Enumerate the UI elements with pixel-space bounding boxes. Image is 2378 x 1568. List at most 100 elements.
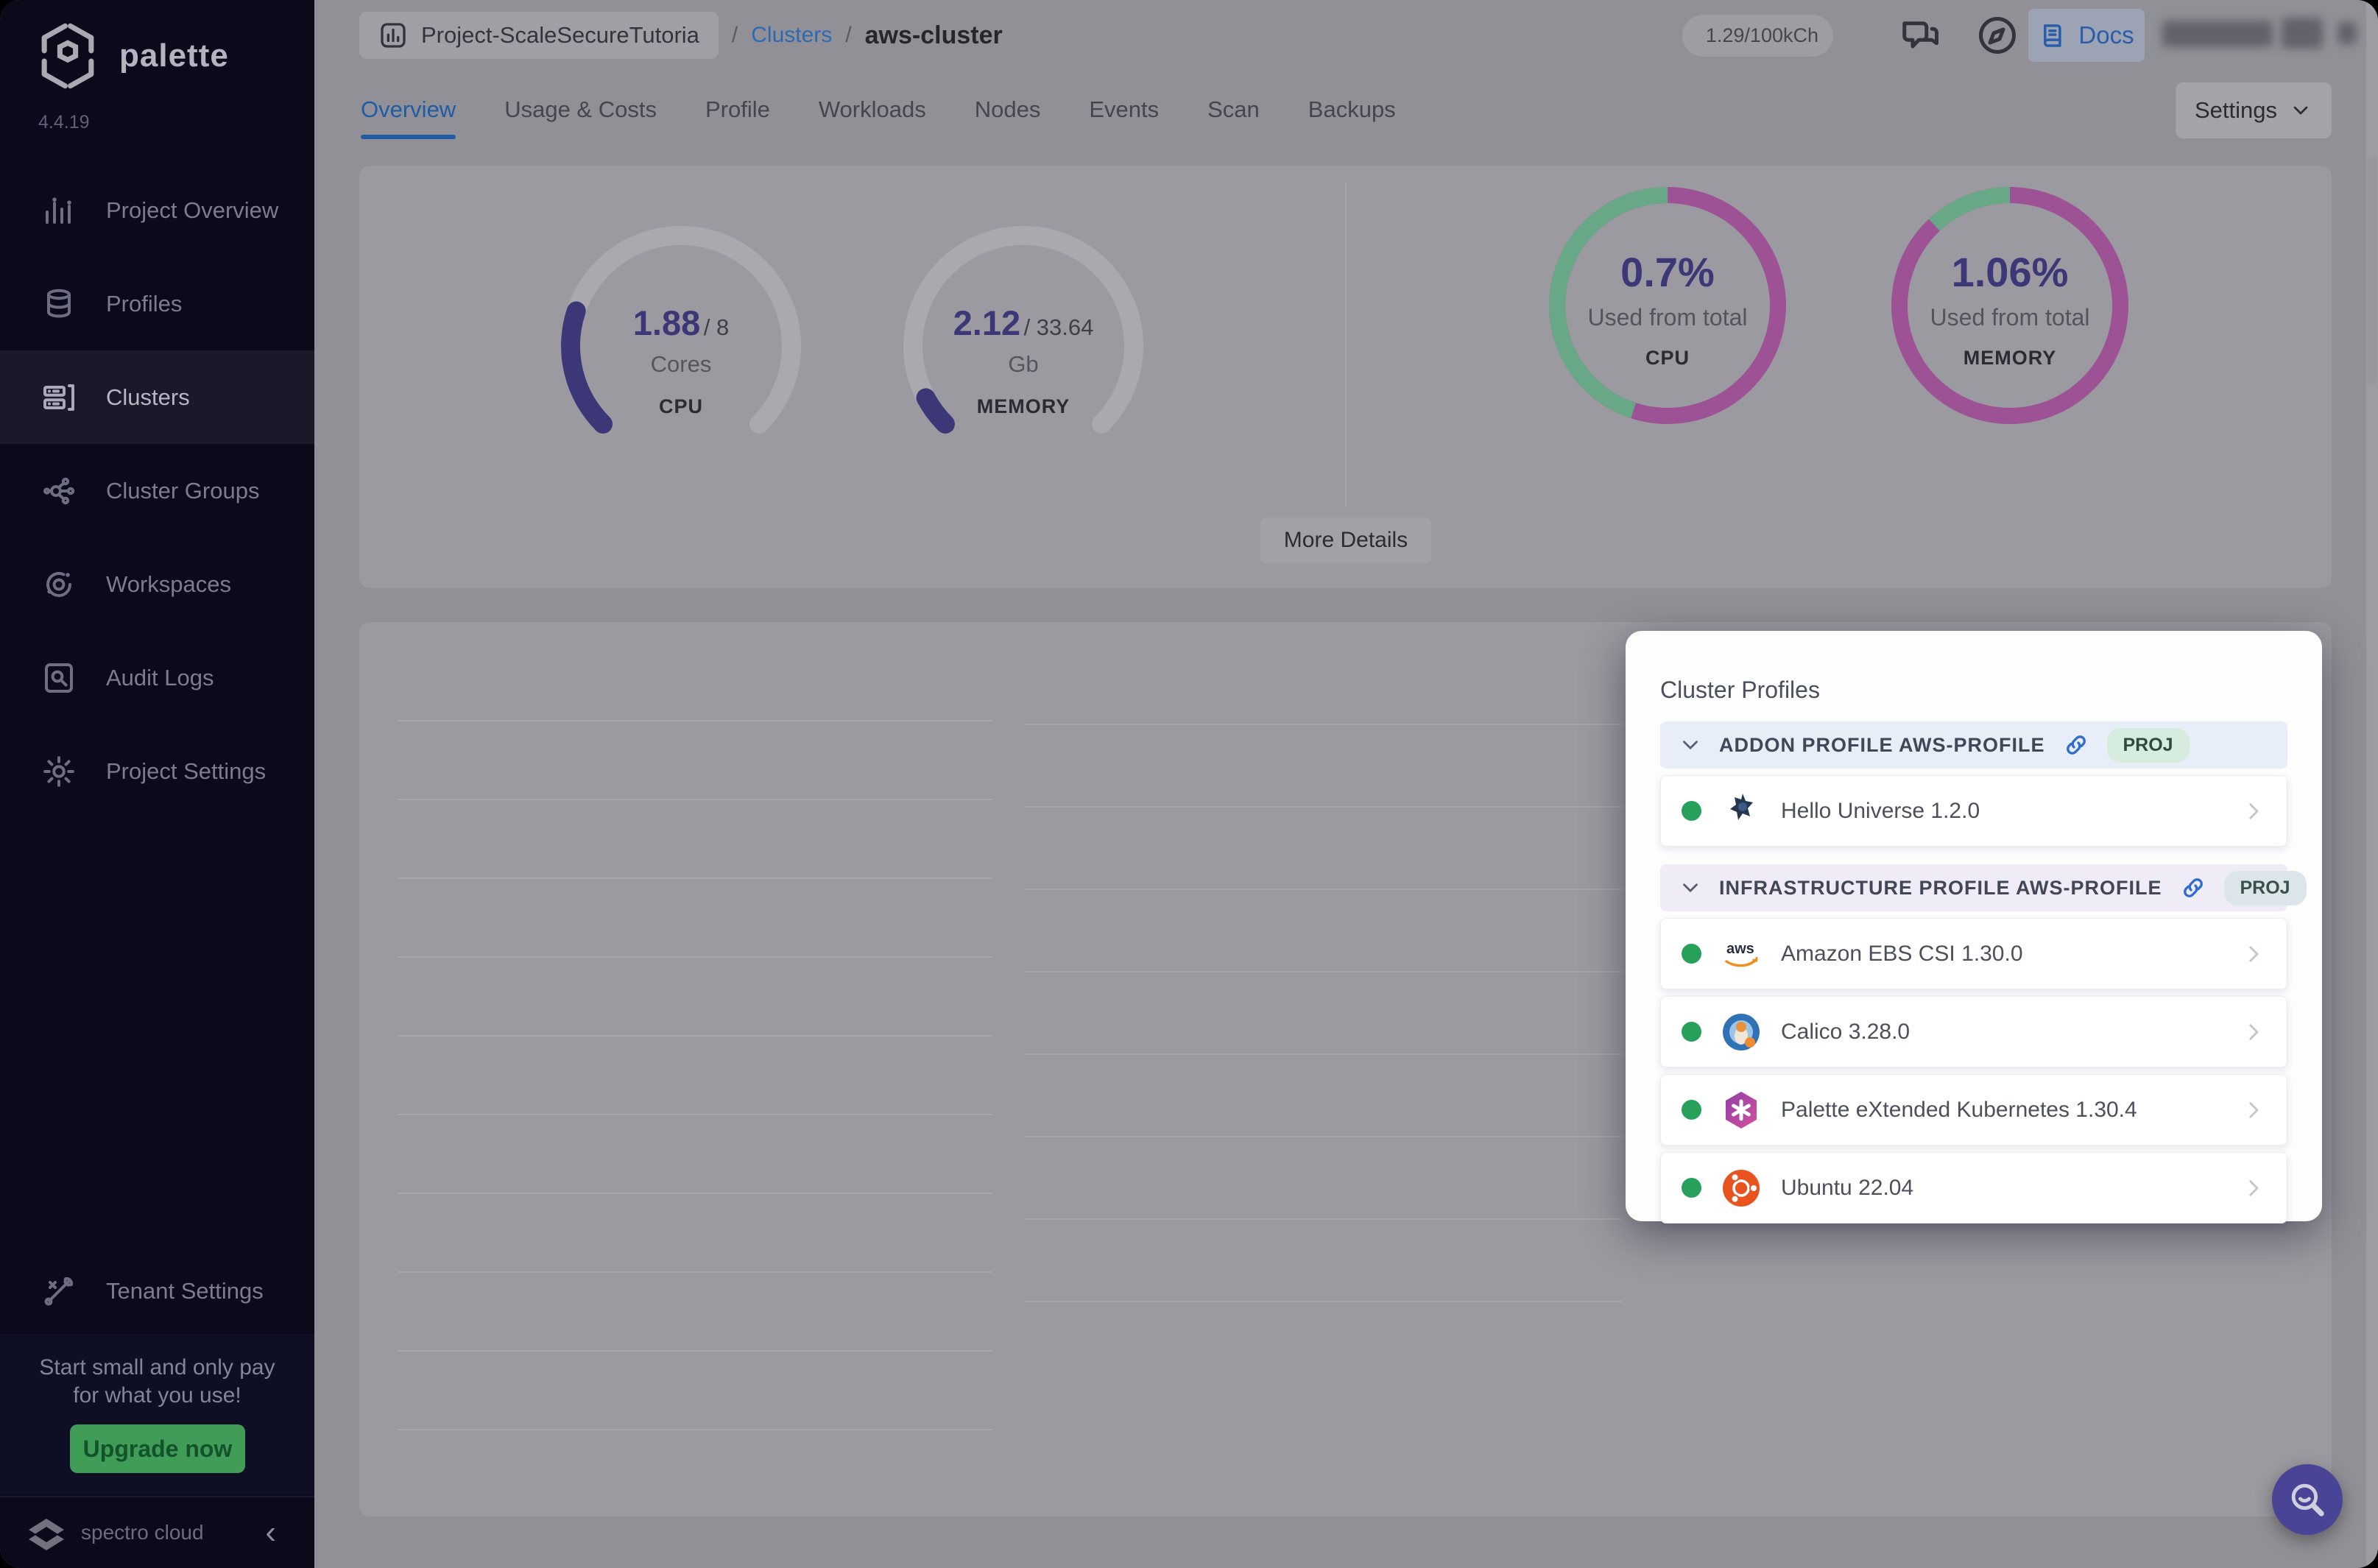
sidebar-item[interactable]: Workspaces [0, 537, 314, 631]
detail-row [398, 1194, 992, 1273]
link-chain-icon[interactable] [2178, 873, 2208, 903]
svg-text:aws: aws [1726, 941, 1754, 957]
memory-used: 2.12 [953, 303, 1021, 342]
utilization-card: 1.88 / 8 Cores CPU 2.12 / 33.64 Gb MEMOR… [359, 166, 2332, 588]
tab[interactable]: Backups [1308, 96, 1396, 123]
chevron-right-icon [2241, 1176, 2266, 1201]
status-dot [1682, 944, 1701, 964]
search-fab-button[interactable] [2272, 1464, 2343, 1535]
cpu-gauge-title: CPU [658, 395, 703, 417]
compass-icon[interactable] [1975, 13, 2019, 57]
hello-universe-icon [1721, 791, 1762, 832]
profile-section: ADDON PROFILE AWS-PROFILE PROJ Hello Uni… [1660, 721, 2287, 847]
tab[interactable]: Scan [1207, 96, 1260, 123]
memory-caption: Used from total [1930, 304, 2090, 331]
sidebar-menu: Project Overview Profiles Clusters Clust… [0, 163, 314, 818]
promo-line-2: for what you use! [73, 1383, 241, 1408]
cluster-tabs: Overview Usage & Costs Profile Workloads… [361, 87, 1396, 139]
tab[interactable]: Overview [361, 96, 456, 139]
profile-layer-row[interactable]: Palette eXtended Kubernetes 1.30.4 [1660, 1074, 2287, 1145]
detail-row [398, 721, 992, 800]
detail-row [1026, 972, 1623, 1055]
tab[interactable]: Nodes [975, 96, 1041, 123]
docs-button[interactable]: Docs [2028, 9, 2145, 62]
sidebar-item[interactable]: Project Overview [0, 163, 314, 257]
scrollbar-track[interactable] [2366, 0, 2378, 1568]
user-menu-redacted[interactable] [2338, 22, 2357, 44]
tab[interactable]: Profile [705, 96, 770, 123]
detail-row [398, 1115, 992, 1194]
more-details-button[interactable]: More Details [1260, 518, 1431, 563]
memory-gauge-title: MEMORY [976, 395, 1070, 417]
tenant-settings-wrap: Tenant Settings [0, 1244, 314, 1332]
tab[interactable]: Workloads [819, 96, 926, 123]
sidebar-item[interactable]: Audit Logs [0, 631, 314, 724]
usage-quota-badge[interactable]: 1.29/100kCh [1682, 15, 1833, 57]
detail-row [1026, 808, 1623, 890]
sidebar: palette 4.4.19 Project Overview Profiles… [0, 0, 314, 1568]
breadcrumb-current-cluster: aws-cluster [864, 21, 1003, 49]
memory-gauge [898, 221, 1149, 471]
sidebar-item[interactable]: Profiles [0, 257, 314, 350]
brand: palette [35, 22, 229, 90]
profile-section-header[interactable]: ADDON PROFILE AWS-PROFILE PROJ [1660, 721, 2287, 769]
profile-section-name: ADDON PROFILE AWS-PROFILE [1719, 733, 2045, 756]
app-version: 4.4.19 [38, 112, 90, 133]
cluster-profiles-panel: Cluster Profiles ADDON PROFILE AWS-PROFI… [1626, 631, 2322, 1223]
chevron-down-icon [1678, 732, 1703, 757]
scope-badge: PROJ [2106, 727, 2190, 763]
detail-row [1026, 643, 1623, 725]
profile-section-header[interactable]: INFRASTRUCTURE PROFILE AWS-PROFILE PROJ [1660, 864, 2307, 911]
profile-layer-row[interactable]: Hello Universe 1.2.0 [1660, 775, 2287, 847]
docs-label: Docs [2078, 21, 2134, 49]
card-divider [1345, 182, 1347, 506]
detail-row [1026, 1137, 1623, 1220]
app-window: Project-ScaleSecureTutoria / Clusters / … [0, 0, 2378, 1568]
detail-row [398, 643, 992, 721]
memory-donut-title: MEMORY [1963, 347, 2057, 369]
panel-title: Cluster Profiles [1660, 677, 1820, 703]
tab[interactable]: Usage & Costs [504, 96, 657, 123]
detail-row [398, 879, 992, 958]
detail-row [1026, 1220, 1623, 1302]
project-selector[interactable]: Project-ScaleSecureTutoria [359, 12, 719, 59]
profile-layer-row[interactable]: aws Amazon EBS CSI 1.30.0 [1660, 918, 2287, 989]
settings-button[interactable]: Settings [2176, 82, 2332, 138]
user-avatar-redacted[interactable] [2282, 18, 2323, 49]
profile-section-items: aws Amazon EBS CSI 1.30.0 Calico 3.28.0 [1660, 918, 2287, 1223]
app-frame: Project-ScaleSecureTutoria / Clusters / … [0, 0, 2378, 1568]
sidebar-footer: spectro cloud ‹ [0, 1496, 314, 1568]
chevron-right-icon [2241, 799, 2266, 824]
user-name-redacted[interactable] [2162, 21, 2273, 47]
spectro-cloud-brand: spectro cloud [81, 1521, 204, 1544]
tenant-settings-icon [41, 1274, 77, 1309]
cpu-percent: 0.7% [1620, 249, 1715, 295]
sidebar-item[interactable]: Cluster Groups [0, 444, 314, 537]
chat-icon[interactable] [1898, 13, 1942, 57]
detail-row [398, 1036, 992, 1115]
upgrade-now-button[interactable]: Upgrade now [70, 1424, 245, 1473]
bar-chart-icon [378, 21, 408, 50]
collapse-sidebar-icon[interactable]: ‹ [265, 1516, 276, 1549]
profile-section-name: INFRASTRUCTURE PROFILE AWS-PROFILE [1719, 876, 2162, 899]
link-chain-icon[interactable] [2061, 730, 2091, 760]
profile-layer-row[interactable]: Ubuntu 22.04 [1660, 1152, 2287, 1223]
detail-row [1026, 890, 1623, 972]
profile-layer-row[interactable]: Calico 3.28.0 [1660, 996, 2287, 1067]
aws-icon: aws [1721, 933, 1762, 975]
scrollbar-thumb[interactable] [2367, 156, 2377, 384]
sidebar-item-tenant-settings[interactable]: Tenant Settings [0, 1244, 314, 1338]
profile-section-items: Hello Universe 1.2.0 [1660, 775, 2287, 847]
status-dot [1682, 1022, 1701, 1042]
detail-row [1026, 1302, 1623, 1385]
details-left-column [398, 643, 992, 1509]
sidebar-item[interactable]: Project Settings [0, 724, 314, 818]
tab[interactable]: Events [1089, 96, 1159, 123]
brand-name: palette [119, 38, 229, 74]
cpu-caption: Used from total [1587, 304, 1748, 331]
spectro-cloud-logo-icon [22, 1511, 71, 1555]
upgrade-promo: Start small and only pay for what you us… [0, 1335, 314, 1495]
sidebar-item[interactable]: Clusters [0, 350, 314, 444]
breadcrumb-clusters-link[interactable]: Clusters [751, 23, 832, 48]
breadcrumb-separator: / [731, 23, 738, 47]
